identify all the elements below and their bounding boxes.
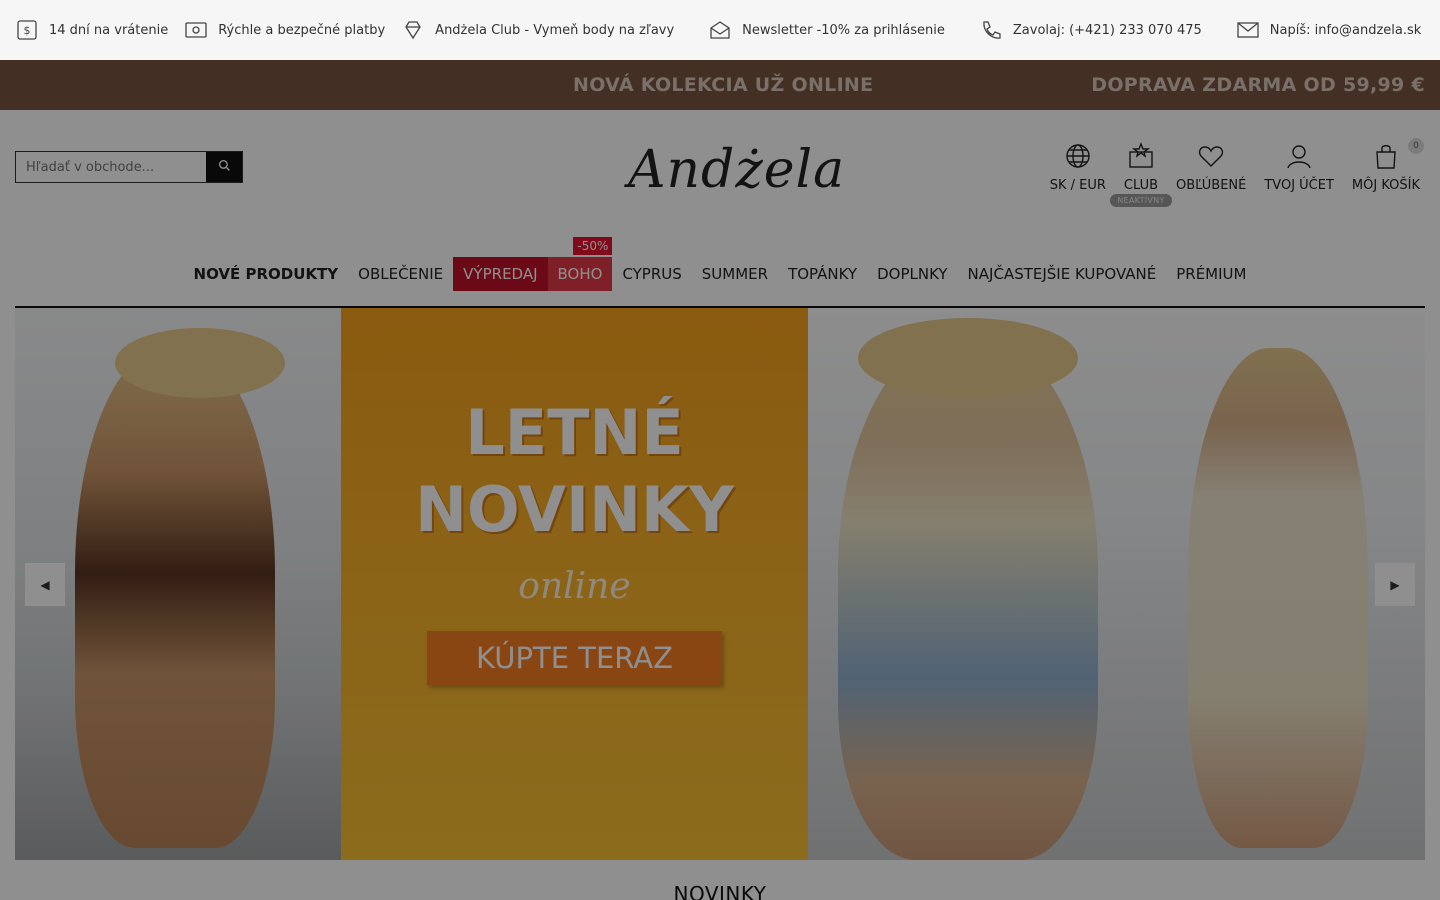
info-payments[interactable]: Rýchle a bezpečné platby: [184, 18, 385, 42]
promo-free-shipping[interactable]: DOPRAVA ZDARMA OD 59,99 €: [1091, 74, 1425, 96]
info-newsletter[interactable]: Newsletter -10% za prihlásenie: [708, 18, 945, 42]
info-phone[interactable]: Zavolaj: (+421) 233 070 475: [979, 18, 1202, 42]
info-club-label: Andżela Club - Vymeň body na zľavy: [435, 22, 675, 38]
chevron-left-icon: ◀: [40, 577, 50, 592]
search-icon: [218, 159, 231, 175]
cart-count-badge: 0: [1408, 138, 1424, 154]
info-club[interactable]: Andżela Club - Vymeň body na zľavy: [401, 18, 674, 42]
favorites-link[interactable]: OBĽÚBENÉ: [1176, 142, 1246, 193]
globe-icon: [1064, 142, 1092, 178]
header-actions: SK / EUR CLUB NEAKTÍVNY OBĽÚBENÉ TVOJ ÚČ…: [1032, 138, 1424, 207]
nav-clothing[interactable]: OBLEČENIE: [348, 257, 453, 291]
section-title-new: NOVINKY: [673, 882, 767, 900]
nav-sale[interactable]: VÝPREDAJ: [453, 257, 548, 291]
nav-accessories[interactable]: DOPLNKY: [867, 257, 957, 291]
hero-slider[interactable]: LETNÉ NOVINKY online KÚPTE TERAZ ◀ ▶: [15, 308, 1425, 860]
hero-title-line1: LETNÉ: [465, 396, 684, 469]
club-icon: [1127, 142, 1155, 178]
nav-boho-label: BOHO: [557, 265, 603, 283]
promo-new-collection[interactable]: NOVÁ KOLEKCIA UŽ ONLINE: [573, 74, 873, 96]
hero-photo-right: [808, 308, 1425, 860]
site-logo[interactable]: Andżela: [628, 140, 845, 200]
info-returns-label: 14 dní na vrátenie: [49, 22, 169, 38]
shop-now-button[interactable]: KÚPTE TERAZ: [427, 631, 722, 685]
info-newsletter-label: Newsletter -10% za prihlásenie: [742, 22, 945, 38]
info-returns[interactable]: $ 14 dní na vrátenie: [15, 18, 168, 42]
site-header: Andżela SK / EUR CLUB NEAKTÍVNY OBĽÚBENÉ: [0, 110, 1440, 230]
user-icon: [1285, 142, 1313, 178]
nav-new-products[interactable]: NOVÉ PRODUKTY: [184, 257, 349, 291]
newsletter-icon: [708, 18, 732, 42]
svg-text:$: $: [24, 24, 31, 37]
currency-selector[interactable]: SK / EUR: [1050, 142, 1106, 193]
return-money-icon: $: [15, 18, 39, 42]
hero-title-line2: NOVINKY: [415, 473, 734, 546]
info-mail-label: Napíš: info@andzela.sk: [1269, 22, 1422, 38]
account-label: TVOJ ÚČET: [1264, 178, 1334, 193]
chevron-right-icon: ▶: [1390, 577, 1400, 592]
club-status-badge: NEAKTÍVNY: [1110, 194, 1172, 207]
info-payments-label: Rýchle a bezpečné platby: [218, 22, 386, 38]
nav-bestsellers[interactable]: NAJČASTEJŠIE KUPOVANÉ: [958, 257, 1167, 291]
heart-icon: [1197, 142, 1225, 178]
nav-cyprus[interactable]: CYPRUS: [612, 257, 691, 291]
main-nav: NOVÉ PRODUKTY OBLEČENIE VÝPREDAJ BOHO -5…: [0, 237, 1440, 307]
mail-icon: [1236, 18, 1260, 42]
nav-boho[interactable]: BOHO -50%: [547, 237, 613, 291]
cart-label: MÔJ KOŠÍK: [1351, 178, 1420, 193]
hero-subtitle: online: [518, 566, 631, 607]
slider-prev-button[interactable]: ◀: [25, 563, 65, 606]
slider-next-button[interactable]: ▶: [1375, 563, 1415, 606]
search-form: [15, 151, 243, 183]
club-label: CLUB: [1123, 178, 1159, 193]
currency-label: SK / EUR: [1049, 178, 1106, 193]
search-input[interactable]: [16, 152, 207, 182]
club-link[interactable]: CLUB NEAKTÍVNY: [1110, 142, 1172, 207]
phone-icon: [979, 18, 1003, 42]
info-mail[interactable]: Napíš: info@andzela.sk: [1236, 18, 1422, 42]
cart-link[interactable]: MÔJ KOŠÍK 0: [1351, 138, 1424, 193]
nav-summer[interactable]: SUMMER: [692, 257, 778, 291]
nav-shoes[interactable]: TOPÁNKY: [778, 257, 867, 291]
cart-icon: [1372, 142, 1400, 178]
diamond-icon: [401, 18, 425, 42]
promo-banner: NOVÁ KOLEKCIA UŽ ONLINE DOPRAVA ZDARMA O…: [0, 60, 1440, 110]
account-link[interactable]: TVOJ ÚČET: [1264, 142, 1334, 193]
search-button[interactable]: [206, 152, 242, 182]
payment-card-icon: [184, 18, 208, 42]
discount-badge: -50%: [573, 237, 613, 255]
info-phone-label: Zavolaj: (+421) 233 070 475: [1012, 22, 1202, 38]
favorites-label: OBĽÚBENÉ: [1176, 178, 1247, 193]
info-bar: $ 14 dní na vrátenie Rýchle a bezpečné p…: [0, 0, 1440, 60]
nav-premium[interactable]: PRÉMIUM: [1166, 257, 1256, 291]
